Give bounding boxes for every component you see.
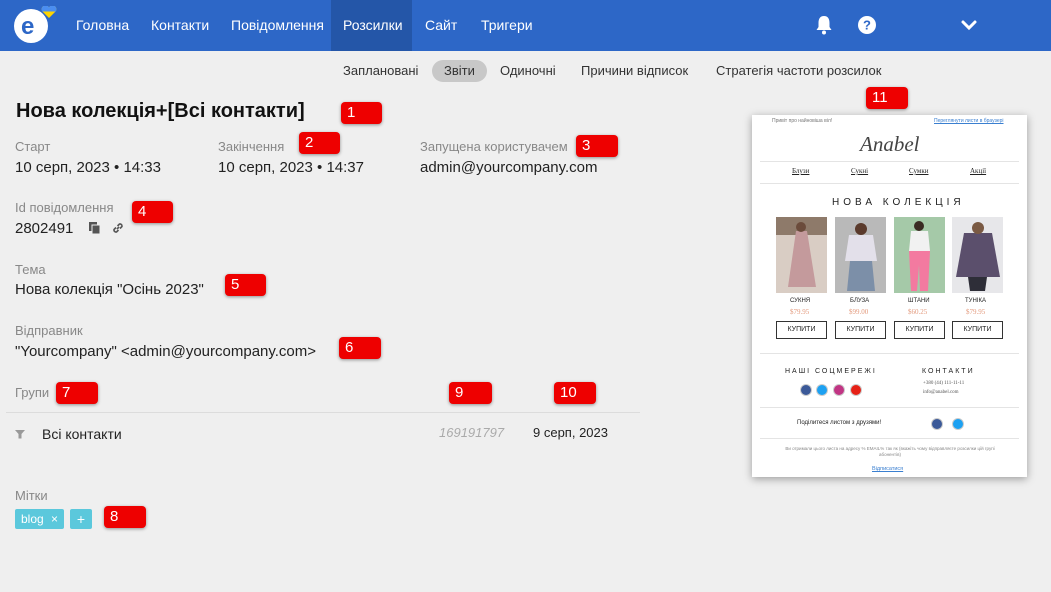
subject-label: Тема	[15, 262, 46, 277]
launched-by-label: Запущена користувачем	[420, 139, 568, 154]
annotation-badge: 7	[56, 382, 98, 404]
product-price: $79.95	[966, 308, 986, 316]
annotation-badge: 5	[225, 274, 266, 296]
preview-divider	[760, 353, 1019, 354]
preview-divider	[760, 407, 1019, 408]
nav-contacts[interactable]: Контакти	[139, 0, 221, 51]
annotation-badge: 8	[104, 506, 146, 528]
group-date: 9 серп, 2023	[533, 425, 608, 440]
product-photo-pants	[894, 217, 945, 293]
tag-remove-icon[interactable]: ×	[51, 512, 58, 526]
preview-divider	[760, 161, 1019, 162]
preview-divider	[760, 183, 1019, 184]
logo[interactable]: e	[14, 6, 57, 43]
product-name: СУКНЯ	[790, 298, 811, 304]
groups-divider	[6, 412, 640, 413]
product-price: $99.00	[849, 308, 869, 316]
end-label: Закінчення	[218, 139, 285, 154]
preview-social-title: НАШІ СОЦМЕРЕЖІ	[785, 368, 877, 375]
annotation-badge: 11	[866, 87, 908, 109]
facebook-share-icon[interactable]	[931, 418, 943, 430]
sender-label: Відправник	[15, 323, 83, 338]
annotation-badge: 1	[341, 102, 382, 124]
annotation-badge: 4	[132, 201, 173, 223]
start-label: Старт	[15, 139, 51, 154]
bell-icon[interactable]	[813, 14, 835, 36]
nav-campaigns[interactable]: Розсилки	[331, 0, 412, 51]
subnav-frequency-strategy[interactable]: Стратегія частоти розсилок	[716, 60, 881, 82]
facebook-icon[interactable]	[800, 384, 812, 396]
tag-blog[interactable]: blog ×	[15, 509, 65, 529]
preview-preheader: Привіт про найновіша віл!	[772, 118, 833, 124]
email-preview[interactable]: Привіт про найновіша віл! Переглянути ли…	[752, 115, 1027, 477]
heart-flag-icon	[41, 6, 57, 18]
message-id-label: Id повідомлення	[15, 200, 114, 215]
tag-label: blog	[21, 512, 44, 526]
group-contact-count: 169191797	[439, 425, 505, 440]
preview-heading: НОВА КОЛЕКЦІЯ	[832, 197, 965, 208]
preview-menu-item[interactable]: Блузи	[792, 167, 809, 175]
preview-footer-text: Ви отримали цього листа на адресу % EMAI…	[785, 446, 995, 457]
product-photo-tunic	[952, 217, 1003, 293]
preview-share-text: Поділитеся листом з друзями!	[797, 420, 882, 426]
preview-email: info@anabel.com	[923, 390, 959, 395]
youtube-icon[interactable]	[850, 384, 862, 396]
nav-triggers[interactable]: Тригери	[469, 0, 545, 51]
page-title: Нова колекція+[Всі контакти]	[16, 100, 305, 122]
sender-value: "Yourcompany" <admin@yourcompany.com>	[15, 343, 317, 360]
preview-brand: Anabel	[860, 132, 920, 156]
svg-text:?: ?	[863, 18, 871, 33]
buy-button[interactable]: КУПИТИ	[952, 321, 1003, 339]
groups-label: Групи	[15, 385, 50, 400]
buy-button[interactable]: КУПИТИ	[894, 321, 945, 339]
launched-by-value: admin@yourcompany.com	[420, 159, 598, 176]
group-name[interactable]: Всі контакти	[42, 426, 122, 442]
preview-unsubscribe-link[interactable]: Відписатися	[872, 466, 903, 472]
product-price: $79.95	[790, 308, 810, 316]
product-name: ТУНІКА	[965, 298, 986, 304]
instagram-icon[interactable]	[833, 384, 845, 396]
buy-button[interactable]: КУПИТИ	[835, 321, 886, 339]
subnav-scheduled[interactable]: Заплановані	[343, 60, 418, 82]
twitter-icon[interactable]	[816, 384, 828, 396]
product-name: БЛУЗА	[850, 298, 870, 304]
product-name: ШТАНИ	[908, 298, 930, 304]
logo-e-icon: e	[21, 13, 35, 40]
buy-button[interactable]: КУПИТИ	[776, 321, 827, 339]
product-photo-blouse	[835, 217, 886, 293]
preview-phone: +380 (44) 111-11-11	[923, 381, 965, 386]
start-value: 10 серп, 2023 • 14:33	[15, 159, 161, 176]
help-icon[interactable]: ?	[856, 14, 878, 36]
subject-value: Нова колекція "Осінь 2023"	[15, 281, 204, 298]
subnav-unsubscribe-reasons[interactable]: Причини відписок	[581, 60, 688, 82]
link-icon[interactable]	[111, 221, 125, 235]
preview-menu-item[interactable]: Акції	[970, 167, 986, 175]
tags-label: Мітки	[15, 488, 48, 503]
annotation-badge: 10	[554, 382, 596, 404]
message-id-value: 2802491	[15, 220, 74, 237]
annotation-badge: 6	[339, 337, 381, 359]
annotation-badge: 9	[449, 382, 492, 404]
nav-site[interactable]: Сайт	[413, 0, 469, 51]
annotation-badge: 3	[576, 135, 618, 157]
product-price: $60.25	[908, 308, 928, 316]
filter-icon	[15, 430, 25, 439]
annotation-badge: 2	[299, 132, 340, 154]
subnav-reports[interactable]: Звіти	[432, 60, 487, 82]
preview-contacts-title: КОНТАКТИ	[922, 368, 975, 375]
twitter-share-icon[interactable]	[952, 418, 964, 430]
preview-menu-item[interactable]: Сукні	[851, 167, 868, 175]
end-value: 10 серп, 2023 • 14:37	[218, 159, 364, 176]
copy-icon[interactable]	[88, 221, 102, 235]
preview-menu-item[interactable]: Сумки	[909, 167, 928, 175]
subnav-single[interactable]: Одиночні	[500, 60, 556, 82]
chevron-down-icon[interactable]	[958, 14, 980, 36]
add-tag-button[interactable]: +	[70, 509, 92, 529]
preview-divider	[760, 438, 1019, 439]
top-navbar: e Головна Контакти Повідомлення Розсилки…	[0, 0, 1051, 51]
product-photo-dress	[776, 217, 827, 293]
nav-messages[interactable]: Повідомлення	[219, 0, 336, 51]
nav-home[interactable]: Головна	[64, 0, 141, 51]
preview-browser-link[interactable]: Переглянути листи в браузері	[934, 118, 1004, 124]
